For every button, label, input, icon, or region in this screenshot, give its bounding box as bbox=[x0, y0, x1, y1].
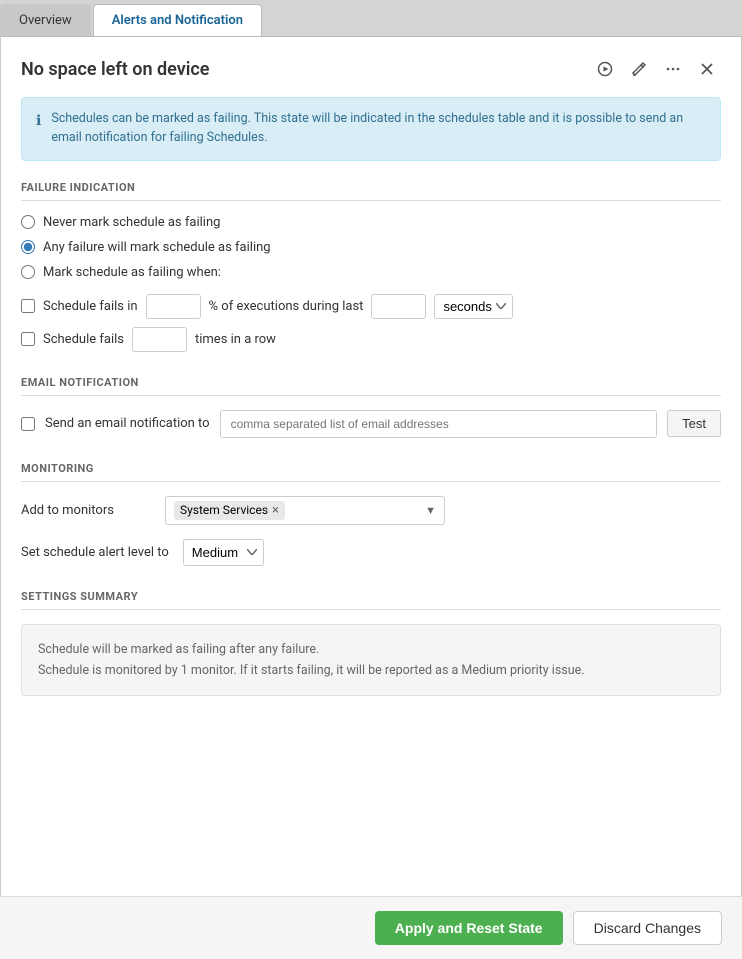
email-row: Send an email notification to Test bbox=[21, 410, 721, 438]
condition-row1-middle: % of executions during last bbox=[209, 299, 364, 314]
page-title: No space left on device bbox=[21, 59, 209, 80]
monitor-dropdown-arrow[interactable]: ▼ bbox=[425, 504, 436, 517]
play-icon bbox=[597, 61, 613, 77]
condition-row-1: Schedule fails in % of executions during… bbox=[21, 294, 721, 319]
settings-summary-section: SETTINGS SUMMARY Schedule will be marked… bbox=[21, 590, 721, 697]
tabs-bar: Overview Alerts and Notification bbox=[0, 0, 742, 37]
condition-row2-suffix: times in a row bbox=[195, 332, 276, 347]
main-content: No space left on device bbox=[0, 37, 742, 959]
header-actions bbox=[591, 57, 721, 81]
failure-indication-label: FAILURE INDICATION bbox=[21, 181, 721, 201]
edit-button[interactable] bbox=[625, 57, 653, 81]
radio-group: Never mark schedule as failing Any failu… bbox=[21, 215, 721, 280]
tag-label: System Services bbox=[180, 503, 268, 517]
radio-any-label: Any failure will mark schedule as failin… bbox=[43, 240, 271, 255]
email-notification-section: EMAIL NOTIFICATION Send an email notific… bbox=[21, 376, 721, 438]
radio-never[interactable]: Never mark schedule as failing bbox=[21, 215, 721, 230]
radio-never-label: Never mark schedule as failing bbox=[43, 215, 220, 230]
info-box: ℹ Schedules can be marked as failing. Th… bbox=[21, 97, 721, 161]
close-icon bbox=[699, 61, 715, 77]
condition-row1-input2[interactable] bbox=[371, 294, 426, 319]
ellipsis-icon bbox=[665, 61, 681, 77]
radio-never-input[interactable] bbox=[21, 215, 35, 229]
email-input[interactable] bbox=[220, 410, 658, 438]
condition-row2-prefix: Schedule fails bbox=[43, 332, 124, 347]
email-notification-label: EMAIL NOTIFICATION bbox=[21, 376, 721, 396]
condition-row1-select[interactable]: seconds minutes hours bbox=[434, 294, 513, 319]
info-text: Schedules can be marked as failing. This… bbox=[51, 110, 706, 148]
page-header: No space left on device bbox=[21, 57, 721, 81]
system-services-tag: System Services × bbox=[174, 501, 285, 520]
settings-summary-label: SETTINGS SUMMARY bbox=[21, 590, 721, 610]
summary-line-2: Schedule is monitored by 1 monitor. If i… bbox=[38, 660, 704, 681]
info-icon: ℹ bbox=[36, 111, 41, 148]
tab-overview[interactable]: Overview bbox=[0, 4, 91, 36]
edit-icon bbox=[631, 61, 647, 77]
radio-any[interactable]: Any failure will mark schedule as failin… bbox=[21, 240, 721, 255]
discard-button[interactable]: Discard Changes bbox=[573, 911, 722, 945]
tab-alerts[interactable]: Alerts and Notification bbox=[93, 4, 262, 36]
more-button[interactable] bbox=[659, 57, 687, 81]
monitor-add-row: Add to monitors System Services × ▼ bbox=[21, 496, 721, 525]
summary-box: Schedule will be marked as failing after… bbox=[21, 624, 721, 697]
radio-when-input[interactable] bbox=[21, 265, 35, 279]
footer: Apply and Reset State Discard Changes bbox=[0, 896, 742, 959]
add-to-monitors-label: Add to monitors bbox=[21, 503, 151, 518]
radio-when-label: Mark schedule as failing when: bbox=[43, 265, 221, 280]
condition-row1-input1[interactable] bbox=[146, 294, 201, 319]
radio-when[interactable]: Mark schedule as failing when: bbox=[21, 265, 721, 280]
condition-row1-prefix: Schedule fails in bbox=[43, 299, 138, 314]
close-button[interactable] bbox=[693, 57, 721, 81]
tag-remove-button[interactable]: × bbox=[272, 503, 279, 518]
monitor-tag-input[interactable]: System Services × ▼ bbox=[165, 496, 445, 525]
condition-row1-checkbox[interactable] bbox=[21, 299, 35, 313]
email-checkbox[interactable] bbox=[21, 417, 35, 431]
alert-level-label: Set schedule alert level to bbox=[21, 545, 169, 560]
apply-button[interactable]: Apply and Reset State bbox=[375, 911, 563, 945]
failure-indication-section: FAILURE INDICATION Never mark schedule a… bbox=[21, 181, 721, 352]
radio-any-input[interactable] bbox=[21, 240, 35, 254]
monitor-alert-row: Set schedule alert level to Low Medium H… bbox=[21, 539, 721, 566]
email-label: Send an email notification to bbox=[45, 416, 210, 431]
condition-row2-checkbox[interactable] bbox=[21, 332, 35, 346]
test-button[interactable]: Test bbox=[667, 410, 721, 437]
condition-row2-input[interactable] bbox=[132, 327, 187, 352]
condition-row-2: Schedule fails times in a row bbox=[21, 327, 721, 352]
monitoring-section: MONITORING Add to monitors System Servic… bbox=[21, 462, 721, 566]
alert-level-select[interactable]: Low Medium High bbox=[183, 539, 264, 566]
summary-line-1: Schedule will be marked as failing after… bbox=[38, 639, 704, 660]
conditional-rows: Schedule fails in % of executions during… bbox=[21, 294, 721, 352]
monitoring-label: MONITORING bbox=[21, 462, 721, 482]
play-button[interactable] bbox=[591, 57, 619, 81]
